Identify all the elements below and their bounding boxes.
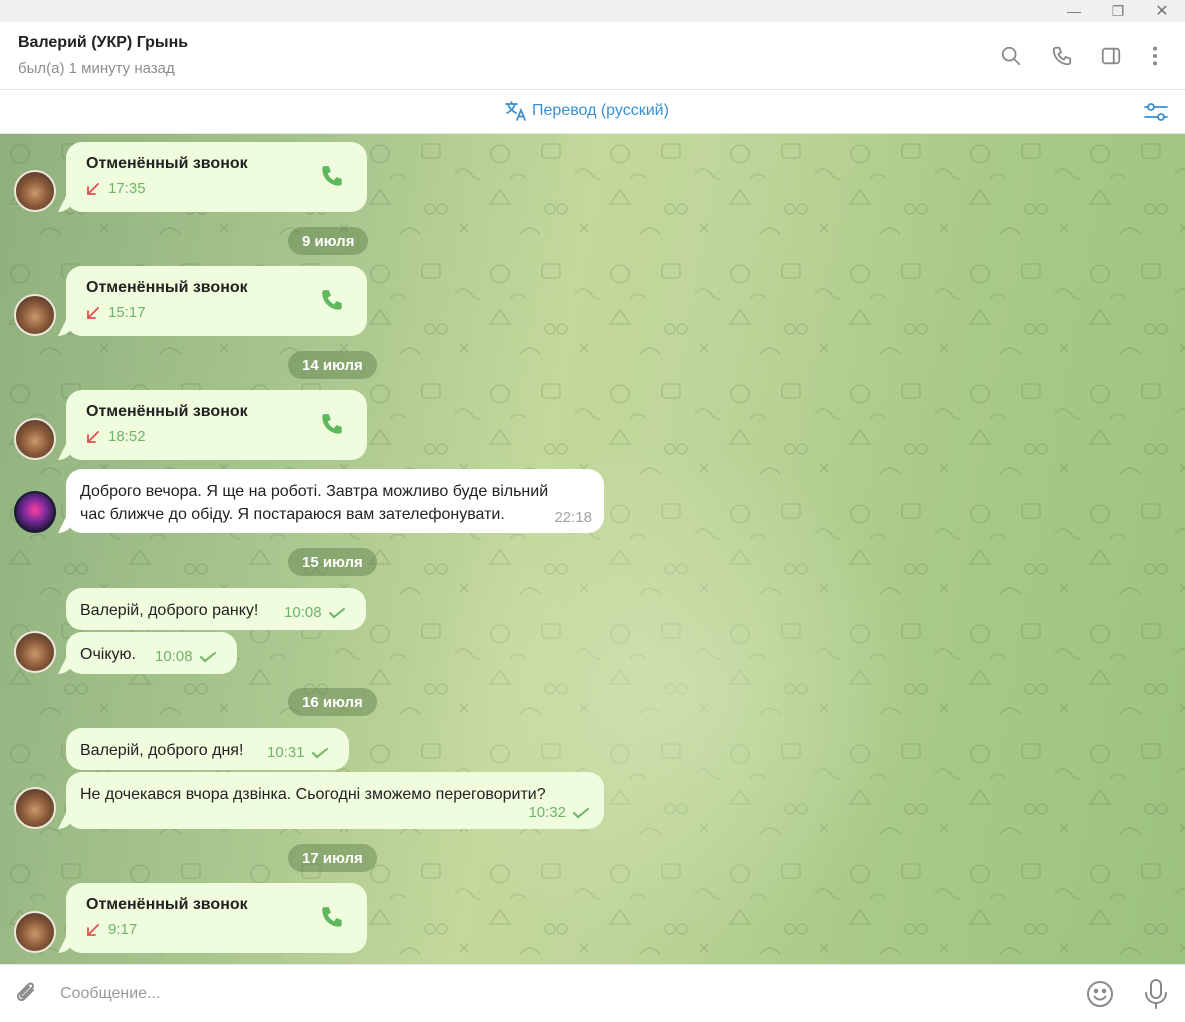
call-title: Отменённый звонок (86, 403, 248, 420)
message-time-text: 22:18 (554, 509, 592, 526)
call-title: Отменённый звонок (86, 279, 248, 296)
missed-call-arrow-icon (87, 182, 99, 195)
chat-header: Валерий (УКР) Грынь был(а) 1 минуту наза… (0, 22, 1185, 90)
call-title: Отменённый звонок (86, 155, 248, 172)
date-separator: 16 июля (288, 688, 377, 716)
message-line: час ближче до обіду. Я постараюся вам за… (80, 506, 505, 523)
missed-call-arrow-icon (87, 306, 99, 319)
message-time-text: 10:08 (155, 648, 193, 665)
call-meta: 9:17 (86, 921, 137, 938)
call-message[interactable]: Отменённый звонок 15:17 (66, 266, 367, 336)
read-check-icon (573, 807, 589, 818)
read-check-icon (199, 651, 216, 662)
phone-icon[interactable] (319, 288, 345, 314)
translate-bar: Перевод (русский) (0, 90, 1185, 134)
message-time-text: 10:31 (267, 744, 305, 761)
contact-name[interactable]: Валерий (УКР) Грынь (18, 34, 188, 52)
contact-avatar[interactable] (14, 631, 56, 673)
call-time: 18:52 (108, 428, 146, 445)
call-title: Отменённый звонок (86, 896, 248, 913)
incoming-message[interactable]: Доброго вечора. Я ще на роботі. Завтра м… (66, 469, 604, 533)
phone-icon (1052, 46, 1072, 66)
date-separator: 15 июля (288, 548, 377, 576)
date-separator: 14 июля (288, 351, 377, 379)
outgoing-message[interactable]: Очікую. 10:08 (66, 632, 237, 674)
date-separator: 17 июля (288, 844, 377, 872)
read-check-icon (311, 747, 328, 758)
call-meta: 18:52 (86, 428, 146, 445)
message-time: 10:32 (528, 804, 590, 821)
translate-icon (505, 101, 526, 121)
outgoing-message[interactable]: Валерій, доброго ранку! 10:08 (66, 588, 366, 630)
contact-avatar[interactable] (14, 170, 56, 212)
call-time: 17:35 (108, 180, 146, 197)
message-text: Валерій, доброго ранку! (80, 602, 259, 619)
message-input[interactable] (60, 981, 1060, 1007)
translate-label: Перевод (русский) (532, 102, 669, 119)
message-time: 22:18 (554, 509, 592, 526)
more-button[interactable] (1141, 42, 1169, 70)
phone-icon[interactable] (319, 905, 345, 931)
message-time: 10:08 (284, 604, 346, 621)
message-time: 10:31 (267, 744, 329, 761)
contact-status: был(а) 1 минуту назад (18, 60, 175, 77)
message-time-text: 10:08 (284, 604, 322, 621)
contact-avatar[interactable] (14, 418, 56, 460)
phone-icon[interactable] (319, 164, 345, 190)
maximize-button[interactable]: ❐ (1096, 0, 1140, 22)
outgoing-message[interactable]: Не дочекався вчора дзвінка. Сьогодні змо… (66, 772, 604, 829)
outgoing-message[interactable]: Валерій, доброго дня! 10:31 (66, 728, 349, 770)
more-vertical-icon (1152, 46, 1158, 66)
contact-avatar[interactable] (14, 787, 56, 829)
message-text: Очікую. (80, 646, 136, 663)
microphone-icon[interactable] (1141, 977, 1171, 1011)
sidebar-toggle-button[interactable] (1097, 42, 1125, 70)
chat-area[interactable]: Отменённый звонок 17:35 9 июля Отменённы… (0, 134, 1185, 964)
message-text: Не дочекався вчора дзвінка. Сьогодні змо… (80, 786, 546, 803)
sidebar-toggle-icon (1101, 47, 1121, 65)
message-time-text: 10:32 (528, 804, 566, 821)
call-time: 15:17 (108, 304, 146, 321)
search-icon (1001, 46, 1021, 66)
message-time: 10:08 (155, 648, 217, 665)
sender-avatar[interactable] (14, 491, 56, 533)
date-separator: 9 июля (288, 227, 369, 255)
minimize-button[interactable]: — (1052, 0, 1096, 22)
call-meta: 15:17 (86, 304, 146, 321)
call-message[interactable]: Отменённый звонок 17:35 (66, 142, 367, 212)
message-composer (0, 964, 1185, 1022)
call-message[interactable]: Отменённый звонок 18:52 (66, 390, 367, 460)
message-text: Валерій, доброго дня! (80, 742, 244, 759)
search-button[interactable] (997, 42, 1025, 70)
message-line: Доброго вечора. Я ще на роботі. Завтра м… (80, 483, 549, 500)
telegram-window: — ❐ ✕ Валерий (УКР) Грынь был(а) 1 минут… (0, 0, 1185, 1022)
message-text: Доброго вечора. Я ще на роботі. Завтра м… (80, 480, 548, 526)
translate-button[interactable]: Перевод (русский) (504, 100, 669, 122)
call-message[interactable]: Отменённый звонок 9:17 (66, 883, 367, 953)
contact-avatar[interactable] (14, 911, 56, 953)
paperclip-icon[interactable] (12, 979, 42, 1009)
title-bar: — ❐ ✕ (0, 0, 1185, 22)
missed-call-arrow-icon (87, 430, 99, 443)
phone-icon[interactable] (319, 412, 345, 438)
call-time: 9:17 (108, 921, 138, 938)
call-meta: 17:35 (86, 180, 146, 197)
call-button[interactable] (1048, 42, 1076, 70)
missed-call-arrow-icon (87, 923, 99, 936)
read-check-icon (328, 607, 345, 618)
contact-avatar[interactable] (14, 294, 56, 336)
translate-settings-icon[interactable] (1143, 100, 1169, 124)
emoji-icon[interactable] (1085, 979, 1115, 1009)
close-button[interactable]: ✕ (1140, 0, 1184, 22)
